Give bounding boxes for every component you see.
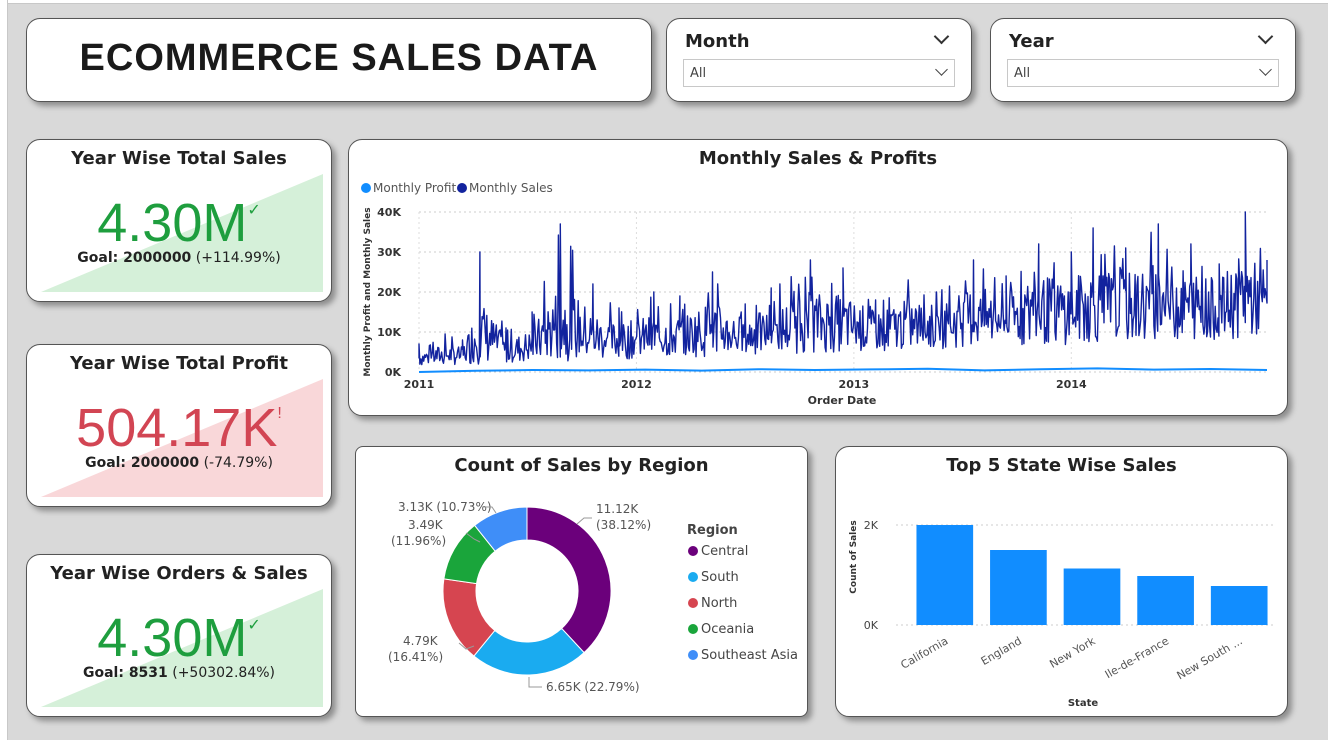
alert-icon: ! bbox=[277, 405, 282, 422]
x-tick-label: England bbox=[979, 634, 1024, 668]
y-tick-label: 0K bbox=[385, 366, 402, 379]
legend-marker-monthly-sales bbox=[457, 183, 467, 193]
kpi-value-text: 4.30M bbox=[97, 193, 248, 253]
kpi-goal-delta: (-74.79%) bbox=[203, 455, 273, 471]
sales-by-region-card[interactable]: Count of Sales by Region 11.12K (38.12%)… bbox=[355, 446, 808, 717]
x-tick-label: 2014 bbox=[1056, 378, 1087, 391]
year-slicer[interactable]: Year All bbox=[990, 18, 1296, 102]
year-slicer-label: Year bbox=[1009, 31, 1054, 52]
kpi-value: 4.30M✓ bbox=[27, 607, 331, 669]
x-axis-label: Order Date bbox=[808, 394, 877, 407]
check-icon: ✓ bbox=[247, 617, 261, 634]
leader-line-south bbox=[528, 677, 542, 688]
slice-pct-north: (16.41%) bbox=[388, 650, 443, 664]
slice-label-south: 6.65K (22.79%) bbox=[546, 680, 640, 694]
chevron-down-icon[interactable] bbox=[1259, 63, 1272, 76]
kpi-card-total-profit[interactable]: Year Wise Total Profit 504.17K! Goal: 20… bbox=[26, 344, 332, 507]
kpi-goal: Goal: 8531 (+50302.84%) bbox=[27, 665, 331, 681]
kpi-goal: Goal: 2000000 (+114.99%) bbox=[27, 250, 331, 266]
legend-marker-monthly-profit bbox=[361, 183, 371, 193]
bar-ile-de-france bbox=[1137, 576, 1194, 625]
slice-label-southeast-asia: 3.13K (10.73%) bbox=[398, 500, 492, 514]
kpi-title: Year Wise Orders & Sales bbox=[50, 563, 308, 584]
bar-california bbox=[916, 525, 974, 625]
x-tick-label: New York bbox=[1047, 634, 1098, 671]
bar-chart[interactable]: Count of Sales State 0K 2K California Engl… bbox=[836, 447, 1288, 717]
chevron-down-icon[interactable] bbox=[933, 28, 950, 45]
month-dropdown[interactable]: All bbox=[683, 59, 955, 87]
kpi-value-text: 504.17K bbox=[76, 398, 278, 458]
legend-label-north[interactable]: North bbox=[701, 596, 737, 611]
slice-label-oceania: 3.49K bbox=[408, 518, 444, 532]
legend-label-southeast-asia[interactable]: Southeast Asia bbox=[701, 648, 798, 663]
x-tick-label: 2011 bbox=[404, 378, 435, 391]
kpi-value: 504.17K! bbox=[27, 397, 331, 459]
kpi-goal-delta: (+50302.84%) bbox=[172, 665, 275, 681]
legend-label-central[interactable]: Central bbox=[701, 544, 748, 559]
slice-pct-oceania: (11.96%) bbox=[391, 534, 446, 548]
year-selected-value: All bbox=[1014, 66, 1031, 81]
legend-marker-south bbox=[688, 572, 698, 582]
line-chart[interactable]: Monthly Profit Monthly Sales Monthly Pro… bbox=[349, 140, 1288, 416]
x-tick-label: Ile-de-France bbox=[1103, 634, 1171, 681]
kpi-value: 4.30M✓ bbox=[27, 192, 331, 254]
check-icon: ✓ bbox=[247, 202, 261, 219]
series-line-monthly-profit bbox=[418, 367, 1268, 373]
legend-label-oceania[interactable]: Oceania bbox=[701, 622, 754, 637]
chevron-down-icon[interactable] bbox=[935, 63, 948, 76]
legend-marker-central bbox=[688, 546, 698, 556]
y-axis-label: Count of Sales bbox=[849, 520, 859, 593]
kpi-title: Year Wise Total Sales bbox=[71, 148, 287, 169]
month-selected-value: All bbox=[690, 66, 707, 81]
bar-new-south- bbox=[1210, 586, 1268, 625]
kpi-card-orders-sales[interactable]: Year Wise Orders & Sales 4.30M✓ Goal: 85… bbox=[26, 554, 332, 717]
legend-label-south[interactable]: South bbox=[701, 570, 739, 585]
leader-line-central bbox=[576, 517, 592, 525]
month-slicer[interactable]: Month All bbox=[666, 18, 972, 102]
chevron-down-icon[interactable] bbox=[1257, 28, 1274, 45]
legend-title: Region bbox=[687, 523, 738, 538]
kpi-title: Year Wise Total Profit bbox=[70, 353, 288, 374]
y-tick-label: 40K bbox=[377, 206, 401, 219]
x-axis-label: State bbox=[1068, 698, 1099, 709]
x-tick-label: 2013 bbox=[839, 378, 870, 391]
kpi-value-text: 4.30M bbox=[97, 608, 248, 668]
kpi-goal-label: Goal: 8531 bbox=[82, 665, 168, 681]
legend-marker-southeast-asia bbox=[688, 650, 698, 660]
month-slicer-label: Month bbox=[685, 31, 750, 52]
kpi-goal-delta: (+114.99%) bbox=[195, 250, 281, 266]
window-top-edge bbox=[0, 0, 1328, 4]
dashboard-title: ECOMMERCE SALES DATA bbox=[79, 37, 599, 79]
slice-label-north: 4.79K bbox=[403, 634, 439, 648]
x-tick-label: 2012 bbox=[621, 378, 652, 391]
monthly-sales-profits-card[interactable]: Monthly Sales & Profits Monthly Profit M… bbox=[348, 139, 1288, 416]
slice-pct-central: (38.12%) bbox=[596, 518, 651, 532]
top-state-sales-card[interactable]: Top 5 State Wise Sales Count of Sales St… bbox=[835, 446, 1288, 717]
series-line-monthly-sales bbox=[418, 211, 1268, 366]
legend-label-monthly-profit[interactable]: Monthly Profit bbox=[373, 181, 456, 195]
x-tick-label: California bbox=[899, 634, 951, 671]
x-tick-label: New South ... bbox=[1175, 634, 1245, 682]
slice-label-central: 11.12K bbox=[596, 502, 639, 516]
kpi-goal-label: Goal: 2000000 bbox=[77, 250, 192, 266]
y-tick-label: 30K bbox=[377, 246, 401, 259]
window-left-edge bbox=[0, 0, 8, 740]
y-axis-label: Monthly Profit and Monthly Sales bbox=[363, 207, 373, 376]
bar-england bbox=[990, 550, 1047, 625]
bar-new-york bbox=[1063, 568, 1121, 625]
title-card: ECOMMERCE SALES DATA bbox=[26, 18, 652, 102]
y-tick-label: 0K bbox=[864, 619, 879, 632]
legend-label-monthly-sales[interactable]: Monthly Sales bbox=[469, 181, 553, 195]
kpi-goal: Goal: 2000000 (-74.79%) bbox=[27, 455, 331, 471]
kpi-goal-label: Goal: 2000000 bbox=[85, 455, 200, 471]
legend-marker-north bbox=[688, 598, 698, 608]
y-tick-label: 10K bbox=[377, 326, 401, 339]
y-tick-label: 20K bbox=[377, 286, 401, 299]
donut-chart[interactable]: 11.12K (38.12%) 6.65K (22.79%) 4.79K (16… bbox=[356, 447, 808, 717]
y-tick-label: 2K bbox=[864, 519, 879, 532]
year-dropdown[interactable]: All bbox=[1007, 59, 1279, 87]
legend-marker-oceania bbox=[688, 624, 698, 634]
kpi-card-total-sales[interactable]: Year Wise Total Sales 4.30M✓ Goal: 20000… bbox=[26, 139, 332, 302]
